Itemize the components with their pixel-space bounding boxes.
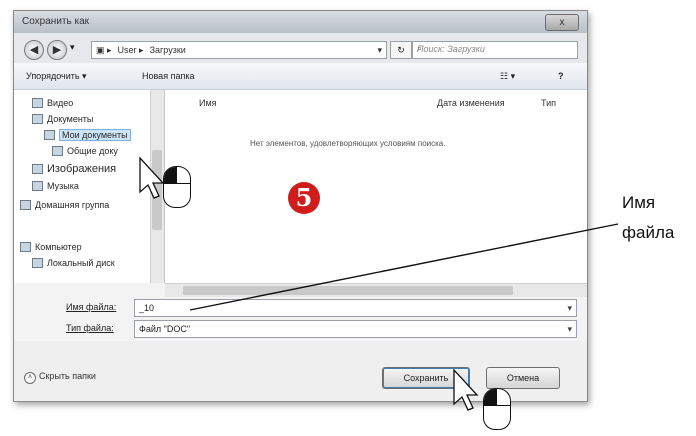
mouse-pointer-icon bbox=[139, 156, 165, 199]
mouse-left-click-icon bbox=[163, 166, 191, 208]
mouse-pointer-icon bbox=[453, 368, 479, 411]
callout-layer bbox=[139, 156, 619, 411]
mouse-button-divider bbox=[176, 167, 177, 183]
mouse-button-divider bbox=[164, 183, 190, 184]
mouse-button-divider bbox=[484, 405, 510, 406]
callout-line2: файла bbox=[622, 223, 675, 242]
callout-label: Имя файла bbox=[622, 188, 674, 248]
mouse-left-click-icon bbox=[483, 388, 511, 430]
mouse-left-button bbox=[484, 389, 496, 405]
callout-line1: Имя bbox=[622, 193, 656, 212]
callout-line bbox=[189, 223, 619, 311]
mouse-button-divider bbox=[496, 389, 497, 405]
mouse-left-button bbox=[164, 167, 176, 183]
